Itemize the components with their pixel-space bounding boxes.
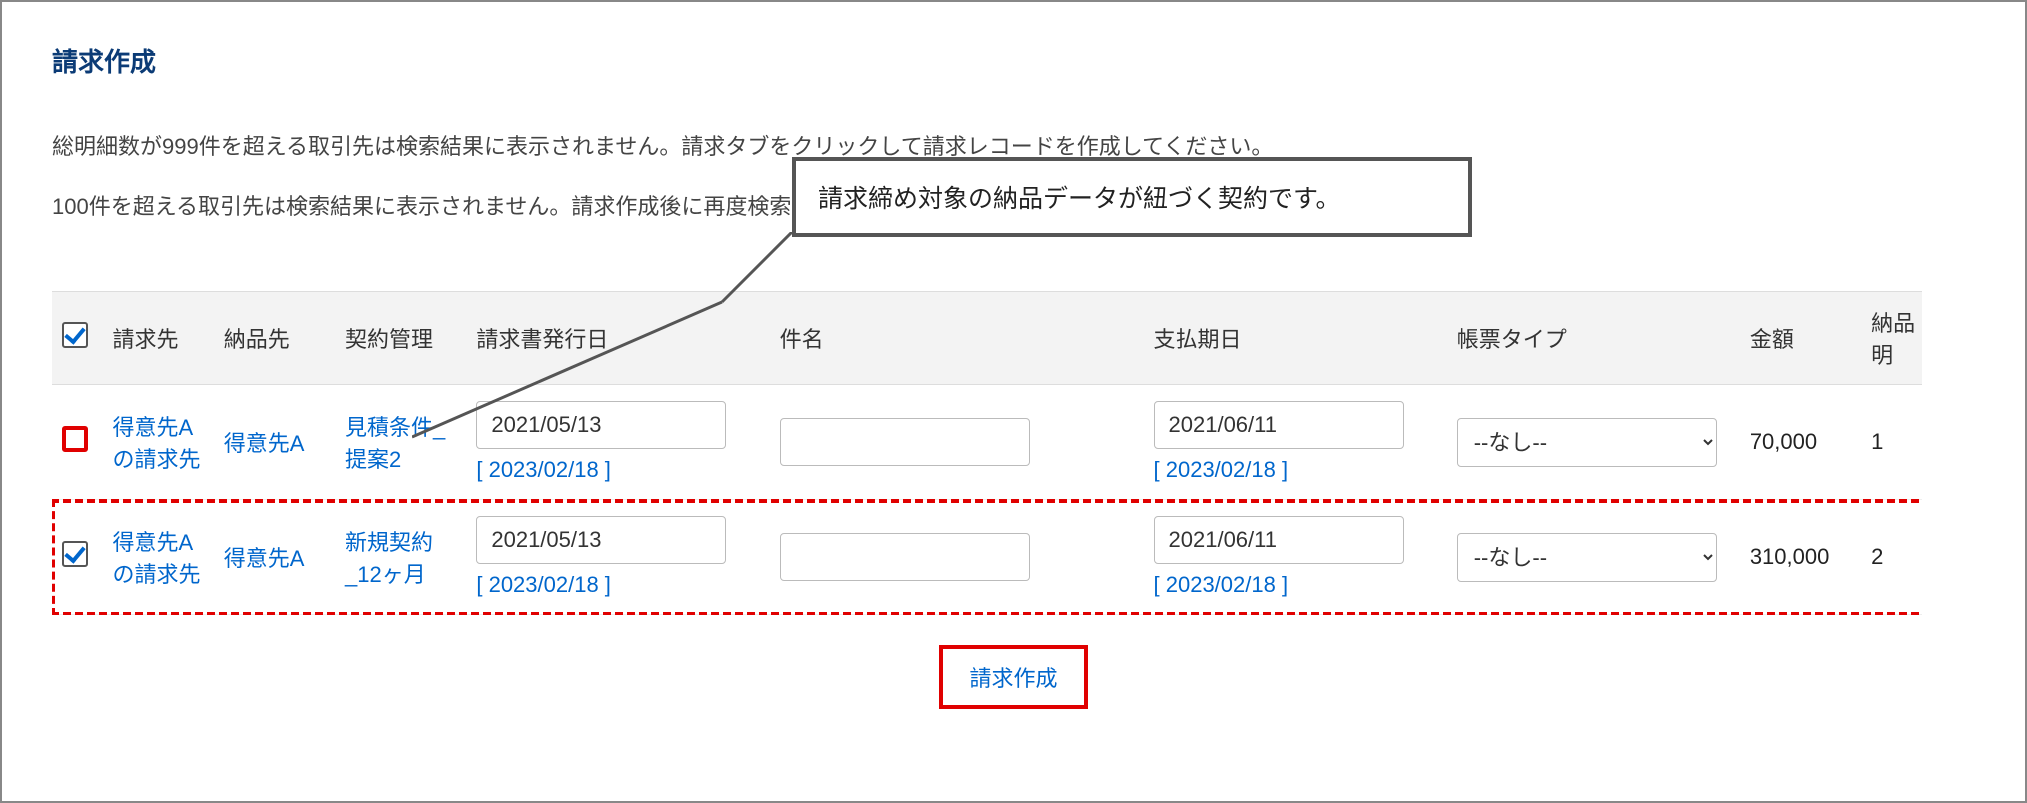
col-deliv: 納品明 <box>1861 292 1922 385</box>
name-input[interactable] <box>780 418 1030 466</box>
col-name: 件名 <box>770 292 1144 385</box>
amount-cell: 310,000 <box>1740 500 1861 615</box>
deliv-cell: 1 <box>1861 385 1922 500</box>
table-row: 得意先Aの請求先 得意先A 見積条件_提案2 [ 2023/02/18 ] [ … <box>52 385 1922 500</box>
billing-table: 請求先 納品先 契約管理 請求書発行日 件名 支払期日 帳票タイプ 金額 納品明 <box>52 291 1922 615</box>
callout-annotation: 請求締め対象の納品データが紐づく契約です。 <box>792 157 1472 237</box>
type-select[interactable]: --なし-- <box>1457 418 1717 467</box>
col-issue: 請求書発行日 <box>466 292 769 385</box>
page-title: 請求作成 <box>52 42 1975 79</box>
col-paydue: 支払期日 <box>1144 292 1447 385</box>
issue-date-input[interactable] <box>476 516 726 564</box>
col-amount: 金額 <box>1740 292 1861 385</box>
table-row: 得意先Aの請求先 得意先A 新規契約_12ヶ月 [ 2023/02/18 ] [… <box>52 500 1922 615</box>
paydue-date-input[interactable] <box>1154 401 1404 449</box>
issue-date-alt[interactable]: [ 2023/02/18 ] <box>476 572 759 598</box>
amount-cell: 70,000 <box>1740 385 1861 500</box>
shipto-link[interactable]: 得意先A <box>224 546 305 571</box>
contract-link[interactable]: 新規契約_12ヶ月 <box>345 530 433 587</box>
col-type: 帳票タイプ <box>1447 292 1740 385</box>
grid-scroll[interactable]: 請求先 納品先 契約管理 請求書発行日 件名 支払期日 帳票タイプ 金額 納品明 <box>52 291 1922 615</box>
billto-link[interactable]: 得意先Aの請求先 <box>113 530 201 587</box>
billto-link[interactable]: 得意先Aの請求先 <box>113 415 201 472</box>
type-select[interactable]: --なし-- <box>1457 533 1717 582</box>
create-billing-button[interactable]: 請求作成 <box>939 645 1087 709</box>
paydue-date-alt[interactable]: [ 2023/02/18 ] <box>1154 572 1437 598</box>
paydue-date-alt[interactable]: [ 2023/02/18 ] <box>1154 457 1437 483</box>
issue-date-input[interactable] <box>476 401 726 449</box>
contract-link[interactable]: 見積条件_提案2 <box>345 415 445 472</box>
issue-date-alt[interactable]: [ 2023/02/18 ] <box>476 457 759 483</box>
col-shipto: 納品先 <box>214 292 335 385</box>
deliv-cell: 2 <box>1861 500 1922 615</box>
col-billto: 請求先 <box>103 292 214 385</box>
col-contract: 契約管理 <box>335 292 466 385</box>
select-all-checkbox[interactable] <box>62 322 88 348</box>
name-input[interactable] <box>780 533 1030 581</box>
paydue-date-input[interactable] <box>1154 516 1404 564</box>
shipto-link[interactable]: 得意先A <box>224 431 305 456</box>
row-checkbox[interactable] <box>62 426 88 452</box>
row-checkbox[interactable] <box>62 541 88 567</box>
header-row: 請求先 納品先 契約管理 請求書発行日 件名 支払期日 帳票タイプ 金額 納品明 <box>52 292 1922 385</box>
